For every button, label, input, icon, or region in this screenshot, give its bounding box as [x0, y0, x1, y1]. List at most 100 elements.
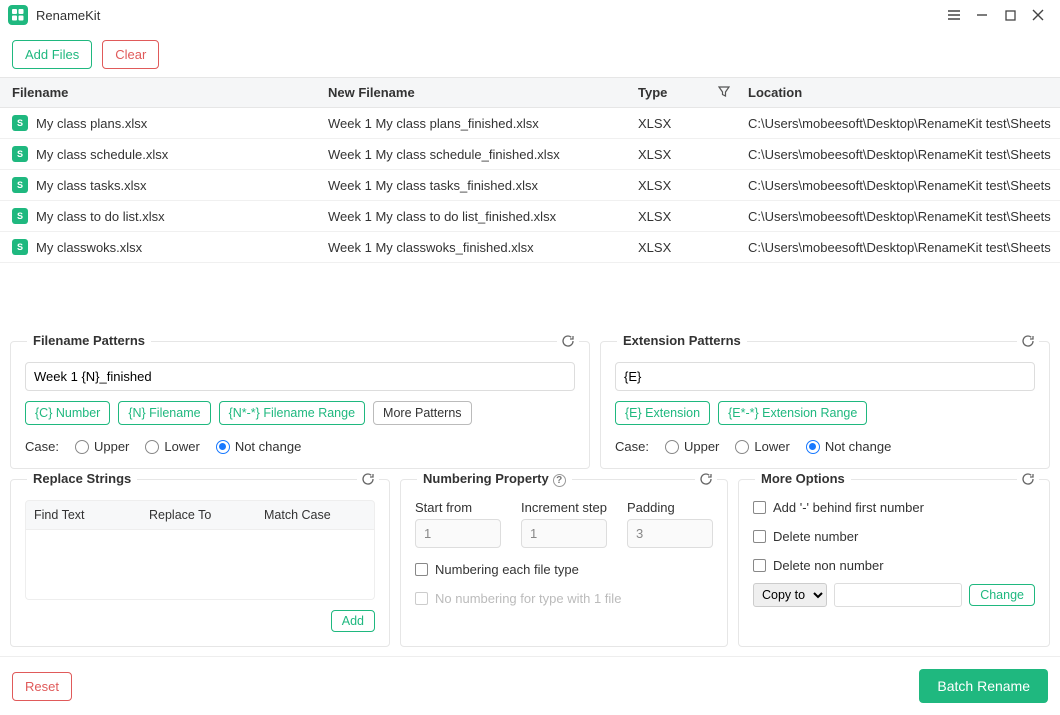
location-cell: C:\Users\mobeesoft\Desktop\RenameKit tes… — [740, 171, 1060, 200]
checkbox-icon — [753, 501, 766, 514]
opt-add-dash[interactable]: Add '-' behind first number — [753, 500, 1035, 515]
extension-patterns-title: Extension Patterns — [617, 333, 747, 348]
replace-strings-panel: Replace Strings Find Text Replace To Mat… — [10, 479, 390, 647]
ext-case-not-change[interactable]: Not change — [806, 439, 892, 454]
checkbox-icon — [753, 559, 766, 572]
table-row[interactable]: S My classwoks.xlsx Week 1 My classwoks_fi… — [0, 232, 1060, 263]
location-cell: C:\Users\mobeesoft\Desktop\RenameKit tes… — [740, 202, 1060, 231]
destination-field[interactable] — [834, 583, 962, 607]
filename-cell: My class plans.xlsx — [36, 116, 147, 131]
ext-case-upper[interactable]: Upper — [665, 439, 719, 454]
batch-rename-button[interactable]: Batch Rename — [919, 669, 1048, 703]
filename-pattern-input[interactable] — [25, 362, 575, 391]
replace-strings-title: Replace Strings — [27, 471, 137, 486]
padding-input[interactable] — [627, 519, 713, 548]
replace-strings-header: Find Text Replace To Match Case — [25, 500, 375, 530]
padding-label: Padding — [627, 500, 713, 515]
chip-e-range[interactable]: {E*-*} Extension Range — [718, 401, 867, 425]
app-title: RenameKit — [36, 8, 100, 23]
new-filename-cell: Week 1 My class tasks_finished.xlsx — [320, 171, 630, 200]
type-cell: XLSX — [630, 140, 740, 169]
opt-delete-number[interactable]: Delete number — [753, 529, 1035, 544]
replace-add-button[interactable]: Add — [331, 610, 375, 632]
checkbox-icon — [415, 592, 428, 605]
numbering-title: Numbering Property? — [417, 471, 572, 487]
new-filename-cell: Week 1 My classwoks_finished.xlsx — [320, 233, 630, 262]
filename-cell: My classwoks.xlsx — [36, 240, 142, 255]
new-filename-cell: Week 1 My class plans_finished.xlsx — [320, 109, 630, 138]
case-not-change[interactable]: Not change — [216, 439, 302, 454]
filename-patterns-panel: Filename Patterns {C} Number {N} Filenam… — [10, 341, 590, 469]
copy-move-select[interactable]: Copy to — [753, 583, 827, 607]
type-cell: XLSX — [630, 171, 740, 200]
add-files-button[interactable]: Add Files — [12, 40, 92, 69]
table-row[interactable]: SMy class tasks.xlsxWeek 1 My class task… — [0, 170, 1060, 201]
change-dest-button[interactable]: Change — [969, 584, 1035, 606]
xlsx-file-icon: S — [12, 177, 28, 193]
col-type-header[interactable]: Type — [630, 78, 740, 107]
start-from-input[interactable] — [415, 519, 501, 548]
help-icon[interactable]: ? — [553, 474, 566, 487]
hamburger-icon[interactable] — [940, 1, 968, 29]
refresh-icon[interactable] — [695, 472, 717, 489]
col-type-label: Type — [638, 85, 667, 100]
numbering-each-type[interactable]: Numbering each file type — [415, 562, 713, 577]
xlsx-file-icon: S — [12, 239, 28, 255]
checkbox-icon — [415, 563, 428, 576]
numbering-property-panel: Numbering Property? Start from Increment… — [400, 479, 728, 647]
table-row[interactable]: S My class plans.xlsx Week 1 My class plan… — [0, 108, 1060, 139]
table-row[interactable]: SMy class to do list.xlsxWeek 1 My class… — [0, 201, 1060, 232]
type-cell: XLSX — [630, 202, 740, 231]
extension-patterns-panel: Extension Patterns {E} Extension {E*-*} … — [600, 341, 1050, 469]
type-cell: XLSX — [630, 109, 740, 138]
replace-strings-body[interactable] — [25, 530, 375, 600]
ext-case-lower[interactable]: Lower — [735, 439, 789, 454]
chip-n-filename[interactable]: {N} Filename — [118, 401, 210, 425]
rs-match-header: Match Case — [256, 501, 374, 529]
refresh-icon[interactable] — [357, 472, 379, 489]
chip-n-range[interactable]: {N*-*} Filename Range — [219, 401, 365, 425]
case-upper[interactable]: Upper — [75, 439, 129, 454]
filename-patterns-title: Filename Patterns — [27, 333, 151, 348]
table-header: Filename New Filename Type Location — [0, 78, 1060, 108]
chip-e-extension[interactable]: {E} Extension — [615, 401, 710, 425]
app-icon — [8, 5, 28, 25]
col-newfilename-header[interactable]: New Filename — [320, 78, 630, 107]
reset-button[interactable]: Reset — [12, 672, 72, 701]
more-options-title: More Options — [755, 471, 851, 486]
checkbox-icon — [753, 530, 766, 543]
location-cell: C:\Users\mobeesoft\Desktop\RenameKit tes… — [740, 140, 1060, 169]
col-filename-header[interactable]: Filename — [0, 78, 320, 107]
chip-c-number[interactable]: {C} Number — [25, 401, 110, 425]
refresh-icon[interactable] — [1017, 472, 1039, 489]
case-lower[interactable]: Lower — [145, 439, 199, 454]
table-row[interactable]: S My class schedule.xlsx Week 1 My class s… — [0, 139, 1060, 170]
filter-icon[interactable] — [718, 86, 730, 101]
xlsx-file-icon: S — [12, 208, 28, 224]
refresh-icon[interactable] — [557, 334, 579, 351]
extension-pattern-input[interactable] — [615, 362, 1035, 391]
main-toolbar: Add Files Clear — [0, 30, 1060, 77]
chip-more-patterns[interactable]: More Patterns — [373, 401, 472, 425]
location-cell: C:\Users\mobeesoft\Desktop\RenameKit tes… — [740, 233, 1060, 262]
clear-button[interactable]: Clear — [102, 40, 159, 69]
new-filename-cell: Week 1 My class to do list_finished.xlsx — [320, 202, 630, 231]
opt-delete-non-number[interactable]: Delete non number — [753, 558, 1035, 573]
refresh-icon[interactable] — [1017, 334, 1039, 351]
minimize-icon[interactable] — [968, 1, 996, 29]
no-numbering-single[interactable]: No numbering for type with 1 file — [415, 591, 713, 606]
start-from-label: Start from — [415, 500, 501, 515]
bottom-bar: Reset Batch Rename — [0, 656, 1060, 715]
rs-find-header: Find Text — [26, 501, 141, 529]
col-location-header[interactable]: Location — [740, 78, 1060, 107]
filename-cell: My class schedule.xlsx — [36, 147, 168, 162]
close-icon[interactable] — [1024, 1, 1052, 29]
xlsx-file-icon: S — [12, 146, 28, 162]
maximize-icon[interactable] — [996, 1, 1024, 29]
xlsx-file-icon: S — [12, 115, 28, 131]
increment-input[interactable] — [521, 519, 607, 548]
rs-replace-header: Replace To — [141, 501, 256, 529]
new-filename-cell: Week 1 My class schedule_finished.xlsx — [320, 140, 630, 169]
increment-label: Increment step — [521, 500, 607, 515]
case-label-ext: Case: — [615, 439, 649, 454]
